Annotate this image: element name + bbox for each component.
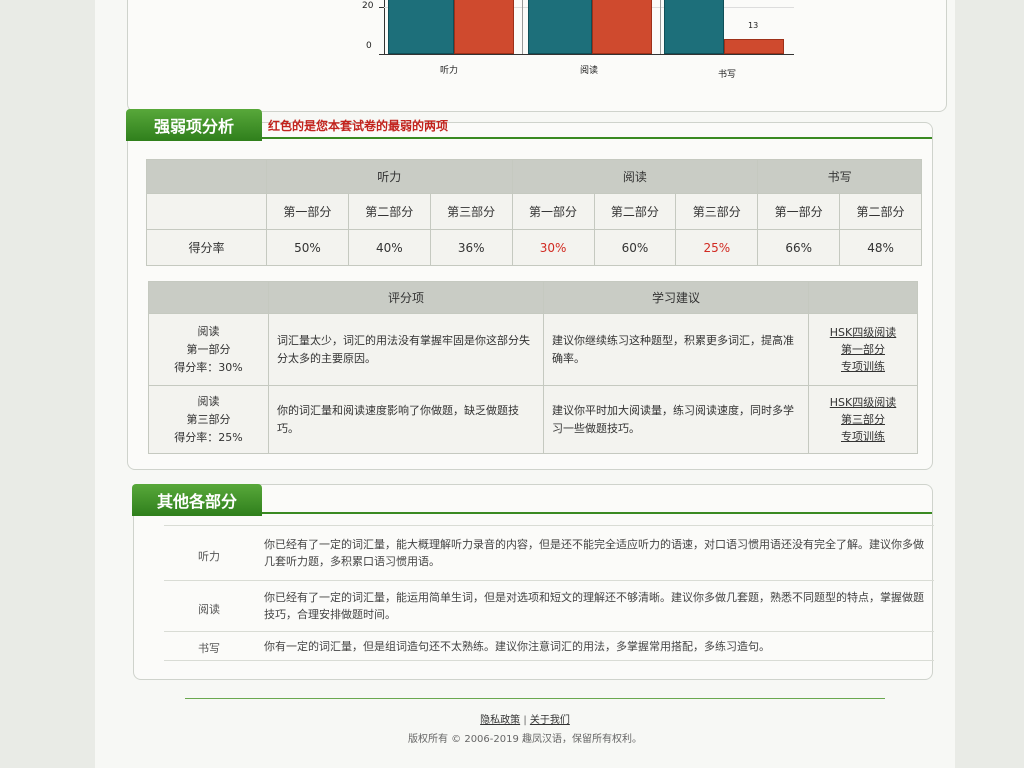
rate-value: 48% <box>839 229 922 266</box>
x-label-reading: 阅读 <box>580 66 599 76</box>
group-header-reading: 阅读 <box>511 159 759 194</box>
section-header: 其他各部分 <box>132 484 932 516</box>
header-eval: 评分项 <box>268 281 544 314</box>
about-link[interactable]: 关于我们 <box>530 715 570 726</box>
row-label: 得分率 <box>146 229 267 266</box>
advice-suggest: 建议你平时加大阅读量，练习阅读速度，同时多学习一些做题技巧。 <box>543 385 809 454</box>
practice-link-line[interactable]: 第一部分 <box>809 341 917 358</box>
section-title: 其他各部分 <box>132 484 262 516</box>
advice-item: 阅读 第三部分 得分率：25% <box>148 385 269 454</box>
group-header-writing: 书写 <box>757 159 922 194</box>
other-parts-panel: 其他各部分 听力 你已经有了一定的词汇量，能大概理解听力录音的内容，但是还不能完… <box>132 484 934 680</box>
score-rate-table: 听力 阅读 书写 第一部分 第二部分 第三部分 第一部分 第二部分 第三部分 第… <box>146 159 922 266</box>
other-text: 你已经有了一定的词汇量，能运用简单生词，但是对选项和短文的理解还不够清晰。建议你… <box>264 591 924 621</box>
bar-writing-teal <box>664 0 724 54</box>
part-header: 第一部分 <box>511 193 595 230</box>
rate-value: 66% <box>757 229 841 266</box>
advice-part: 第一部分 <box>186 342 231 356</box>
table-corner <box>148 281 269 314</box>
y-tick-label: 20 <box>362 1 374 11</box>
practice-link-line[interactable]: 专项训练 <box>809 358 917 375</box>
part-header: 第二部分 <box>839 193 922 230</box>
part-header: 第二部分 <box>593 193 677 230</box>
footer-links: 隐私政策 | 关于我们 <box>95 712 955 729</box>
x-axis <box>384 54 794 55</box>
other-row: 阅读 你已经有了一定的词汇量，能运用简单生词，但是对选项和短文的理解还不够清晰。… <box>164 580 934 628</box>
advice-eval: 你的词汇量和阅读速度影响了你做题，缺乏做题技巧。 <box>268 385 544 454</box>
other-text: 你有一定的词汇量，但是组词造句还不太熟练。建议你注意词汇的用法，多掌握常用搭配，… <box>264 640 770 653</box>
bar-writing-red <box>724 39 784 54</box>
y-tick-label: 0 <box>366 41 372 51</box>
practice-link-line[interactable]: 专项训练 <box>809 428 917 445</box>
x-label-writing: 书写 <box>718 70 737 80</box>
advice-eval: 词汇量太少，词汇的用法没有掌握牢固是你这部分失分太多的主要原因。 <box>268 313 544 386</box>
weak-strong-panel: 强弱项分析 红色的是您本套试卷的最弱的两项 听力 阅读 书写 第一部分 第二部分… <box>126 109 933 470</box>
page: 20 0 13 听力 阅读 书写 强弱项分析 红色的是您本套试卷的最弱的两项 听… <box>95 0 955 768</box>
rate-value: 50% <box>266 229 349 266</box>
bar-listening-red <box>454 0 514 54</box>
header-suggest: 学习建议 <box>543 281 809 314</box>
group-header-listening: 听力 <box>266 159 513 194</box>
part-header: 第三部分 <box>675 193 759 230</box>
advice-rate: 得分率：30% <box>174 360 243 374</box>
rate-value-weakest: 30% <box>511 229 595 266</box>
bar-listening-teal <box>388 0 454 54</box>
part-header: 第二部分 <box>347 193 431 230</box>
part-header: 第一部分 <box>266 193 349 230</box>
bar-data-label: 13 <box>748 21 759 30</box>
footer-separator: | <box>523 715 527 726</box>
practice-link-line[interactable]: 第三部分 <box>809 411 917 428</box>
section-header: 强弱项分析 红色的是您本套试卷的最弱的两项 <box>126 109 932 141</box>
rate-value: 40% <box>347 229 431 266</box>
part-header: 第一部分 <box>757 193 841 230</box>
other-row: 书写 你有一定的词汇量，但是组词造句还不太熟练。建议你注意词汇的用法，多掌握常用… <box>164 631 934 661</box>
part-header: 第三部分 <box>429 193 513 230</box>
section-title: 强弱项分析 <box>126 109 262 141</box>
advice-suggest: 建议你继续练习这种题型，积累更多词汇，提高准确率。 <box>543 313 809 386</box>
practice-link[interactable]: HSK四级阅读 第一部分 专项训练 <box>808 313 918 386</box>
score-chart: 20 0 13 听力 阅读 书写 <box>362 0 868 83</box>
table-cell <box>146 193 267 230</box>
bar-reading-teal <box>528 0 592 54</box>
advice-table: 评分项 学习建议 阅读 第一部分 得分率：30% 词汇量太少，词汇的用法没有掌握… <box>148 281 918 454</box>
other-category: 书写 <box>198 642 220 655</box>
other-row: 听力 你已经有了一定的词汇量，能大概理解听力录音的内容，但是还不能完全适应听力的… <box>164 525 934 575</box>
advice-section: 阅读 <box>197 324 220 338</box>
y-tick <box>379 54 384 55</box>
advice-part: 第三部分 <box>186 412 231 426</box>
copyright: 版权所有 © 2006-2019 趣凤汉语，保留所有权利。 <box>407 734 643 745</box>
other-category: 阅读 <box>198 603 220 616</box>
y-axis <box>384 0 385 55</box>
footer-divider <box>185 698 885 699</box>
practice-link-line[interactable]: HSK四级阅读 <box>809 394 917 411</box>
table-corner <box>146 159 267 194</box>
divider <box>660 0 661 54</box>
other-text: 你已经有了一定的词汇量，能大概理解听力录音的内容，但是还不能完全适应听力的语速，… <box>264 538 924 568</box>
practice-link[interactable]: HSK四级阅读 第三部分 专项训练 <box>808 385 918 454</box>
bar-reading-red <box>592 0 652 54</box>
table-cell <box>808 281 918 314</box>
rate-value: 60% <box>593 229 677 266</box>
divider <box>522 0 523 54</box>
advice-section: 阅读 <box>197 394 220 408</box>
advice-rate: 得分率：25% <box>174 430 243 444</box>
advice-item: 阅读 第一部分 得分率：30% <box>148 313 269 386</box>
practice-link-line[interactable]: HSK四级阅读 <box>809 324 917 341</box>
section-note: 红色的是您本套试卷的最弱的两项 <box>268 119 449 133</box>
privacy-link[interactable]: 隐私政策 <box>480 715 520 726</box>
rate-value: 36% <box>429 229 513 266</box>
other-category: 听力 <box>198 550 220 563</box>
rate-value-weakest: 25% <box>675 229 759 266</box>
score-chart-panel: 20 0 13 听力 阅读 书写 <box>127 0 947 112</box>
x-label-listening: 听力 <box>440 66 459 76</box>
